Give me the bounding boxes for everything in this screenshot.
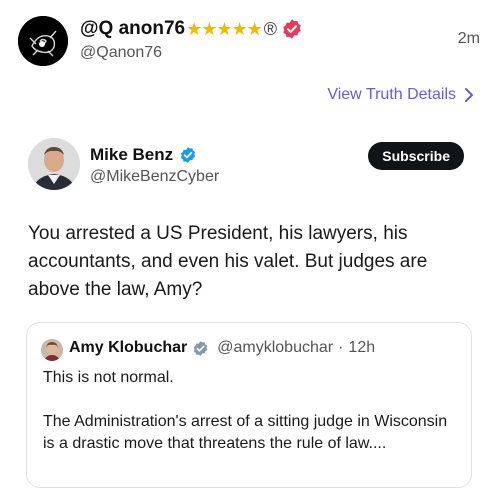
tweet-author-handle[interactable]: @MikeBenzCyber [90,168,219,186]
tweet-author-name[interactable]: Mike Benz [90,145,173,165]
quoted-author-name[interactable]: Amy Klobuchar [69,339,187,357]
display-name[interactable]: @Q anon76 [80,18,185,40]
post-timestamp: 2m [457,30,480,47]
quoted-author-avatar[interactable] [41,339,63,361]
verified-badge-icon [194,340,208,356]
user-handle[interactable]: @Qanon76 [80,44,162,62]
quoted-text: This is not normal. The Administration's… [43,367,463,455]
user-avatar[interactable] [18,16,68,66]
tweet-author-row: Mike Benz [90,145,197,165]
separator-dot: · [338,339,344,356]
quoted-paragraph: This is not normal. [43,369,174,386]
quoted-timestamp: 12h [348,339,376,356]
registered-mark: ® [263,18,278,39]
post-header: @Q anon76 ★★★★★ ® @Qanon76 2m [18,14,484,70]
rating-stars: ★★★★★ [186,18,263,39]
view-truth-details-link[interactable]: View Truth Details [327,86,474,104]
display-name-row: @Q anon76 ★★★★★ ® [80,18,303,40]
tweet-text: You arrested a US President, his lawyers… [28,223,428,300]
view-truth-details-label: View Truth Details [327,86,456,103]
verified-badge-icon [181,147,196,163]
chevron-right-icon [465,88,473,102]
verified-badge-icon [283,19,301,39]
quoted-author-handle[interactable]: @amyklobuchar [217,339,333,357]
quoted-tweet[interactable]: Amy Klobuchar @amyklobuchar · 12h This i… [26,322,472,488]
quoted-paragraph: The Administration's arrest of a sitting… [43,413,448,452]
tweet-author-avatar[interactable] [28,138,80,190]
quoted-header: Amy Klobuchar @amyklobuchar · 12h [69,339,375,357]
subscribe-button[interactable]: Subscribe [368,142,464,170]
